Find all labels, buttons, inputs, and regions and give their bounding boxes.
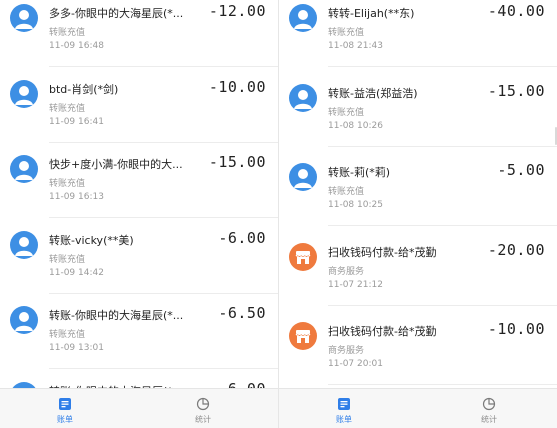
row-divider xyxy=(328,304,557,306)
transaction-title: 转转-Elijah(**东) xyxy=(328,7,415,20)
transaction-amount: -5.00 xyxy=(497,161,545,179)
transaction-row[interactable]: 快步+度小满-你眼中的大... 转账充值 11-09 16:13 -15.00 xyxy=(0,143,278,218)
transaction-row[interactable]: 扫收钱码付款-给*茂勤 商务服务 11-07 20:01 -10.00 xyxy=(279,310,557,385)
tab-bill[interactable]: 账单 xyxy=(299,389,389,428)
bill-list-panel-left: 多多-你眼中的大海星辰(*... 转账充值 11-09 16:48 -12.00 btd… xyxy=(0,0,278,428)
tab-stats[interactable]: 统计 xyxy=(158,389,248,428)
transaction-amount: -10.00 xyxy=(208,77,266,96)
avatar xyxy=(289,4,317,32)
row-divider xyxy=(328,145,557,147)
transaction-time: 11-09 16:13 xyxy=(49,192,104,202)
transaction-amount: -12.00 xyxy=(208,2,266,20)
tab-label: 账单 xyxy=(57,415,73,424)
pie-chart-icon xyxy=(482,396,496,411)
transaction-time: 11-09 16:48 xyxy=(49,41,104,51)
bottom-tab-bar: 账单 统计 xyxy=(0,388,278,428)
transaction-amount: -6.50 xyxy=(218,304,266,322)
transaction-time: 11-07 20:01 xyxy=(328,359,383,369)
avatar xyxy=(10,230,38,259)
avatar xyxy=(289,83,317,112)
transaction-amount: -6.00 xyxy=(218,228,266,247)
transaction-amount: -20.00 xyxy=(487,240,545,259)
transaction-time: 11-08 10:25 xyxy=(328,200,383,210)
transaction-row[interactable]: 转转-Elijah(**东) 转账充值 11-08 21:43 -40.00 xyxy=(279,0,557,67)
transaction-title: 快步+度小满-你眼中的大... xyxy=(49,158,183,171)
transaction-time: 11-08 21:43 xyxy=(328,41,383,51)
transaction-title: 扫收钱码付款-给*茂勤 xyxy=(328,245,437,259)
row-divider xyxy=(328,384,557,385)
transaction-time: 11-08 10:26 xyxy=(328,120,383,131)
tab-label: 账单 xyxy=(336,415,352,424)
transaction-category: 转账充值 xyxy=(328,107,365,118)
transaction-row[interactable]: 转账-益浩(郑益浩) 转账充值 11-08 10:26 -15.00 xyxy=(279,72,557,147)
transaction-category: 转账充值 xyxy=(49,330,86,340)
transaction-row[interactable]: 多多-你眼中的大海星辰(*... 转账充值 11-09 16:48 -12.00 xyxy=(0,0,278,67)
transaction-category: 转账充值 xyxy=(49,28,86,38)
transaction-row[interactable]: 扫收钱码付款-给*茂勤 商务服务 11-07 21:12 -20.00 xyxy=(279,231,557,306)
tab-label: 统计 xyxy=(195,415,211,424)
transaction-title: 转账-vicky(**美) xyxy=(49,233,134,247)
transaction-row[interactable]: 转账-vicky(**美) 转账充值 11-09 14:42 -6.00 xyxy=(0,219,278,294)
avatar xyxy=(10,306,38,334)
tab-label: 统计 xyxy=(481,415,497,424)
transaction-category: 商务服务 xyxy=(328,346,365,356)
bill-icon xyxy=(337,396,351,410)
transaction-row[interactable]: 转账-莉(*莉) 转账充值 11-08 10:25 -5.00 xyxy=(279,151,557,226)
avatar xyxy=(289,322,317,350)
transaction-category: 转账充值 xyxy=(49,179,86,189)
bill-icon xyxy=(58,396,72,410)
transaction-category: 转账充值 xyxy=(49,254,86,265)
avatar xyxy=(10,155,38,183)
transaction-title: btd-肖剑(*剑) xyxy=(49,82,119,96)
transaction-time: 11-07 21:12 xyxy=(328,279,383,290)
transaction-time: 11-09 16:41 xyxy=(49,116,104,127)
avatar xyxy=(10,4,38,32)
tab-stats[interactable]: 统计 xyxy=(444,389,534,428)
tab-bill[interactable]: 账单 xyxy=(20,389,110,428)
transaction-amount: -15.00 xyxy=(208,153,266,171)
transaction-title: 多多-你眼中的大海星辰(*... xyxy=(49,7,184,20)
transaction-row[interactable]: 转账-你眼中的大海星辰(*... 转账充值 11-09 13:01 -6.50 xyxy=(0,294,278,369)
transaction-category: 转账充值 xyxy=(328,28,365,38)
avatar xyxy=(289,163,317,191)
pie-chart-icon xyxy=(196,396,210,411)
bottom-tab-bar: 账单 统计 xyxy=(279,388,557,428)
row-divider xyxy=(328,66,557,67)
transaction-amount: -40.00 xyxy=(487,2,545,20)
transaction-category: 转账充值 xyxy=(328,187,365,197)
bill-list-panel-right: 转转-Elijah(**东) 转账充值 11-08 21:43 -40.00 转账-益浩… xyxy=(279,0,557,428)
transaction-amount: -10.00 xyxy=(487,320,545,338)
transaction-title: 转账-你眼中的大海星辰(*... xyxy=(49,309,184,322)
row-divider xyxy=(328,225,557,226)
avatar xyxy=(10,79,38,108)
transaction-title: 转账-莉(*莉) xyxy=(328,166,391,179)
avatar xyxy=(289,242,317,271)
transaction-time: 11-09 14:42 xyxy=(49,267,104,278)
transaction-amount: -15.00 xyxy=(487,81,545,100)
transaction-title: 转账-益浩(郑益浩) xyxy=(328,86,418,100)
transaction-category: 转账充值 xyxy=(49,103,86,114)
transaction-category: 商务服务 xyxy=(328,266,365,277)
transaction-title: 扫收钱码付款-给*茂勤 xyxy=(328,325,437,338)
transaction-row[interactable]: btd-肖剑(*剑) 转账充值 11-09 16:41 -10.00 xyxy=(0,68,278,143)
transaction-time: 11-09 13:01 xyxy=(49,343,104,353)
